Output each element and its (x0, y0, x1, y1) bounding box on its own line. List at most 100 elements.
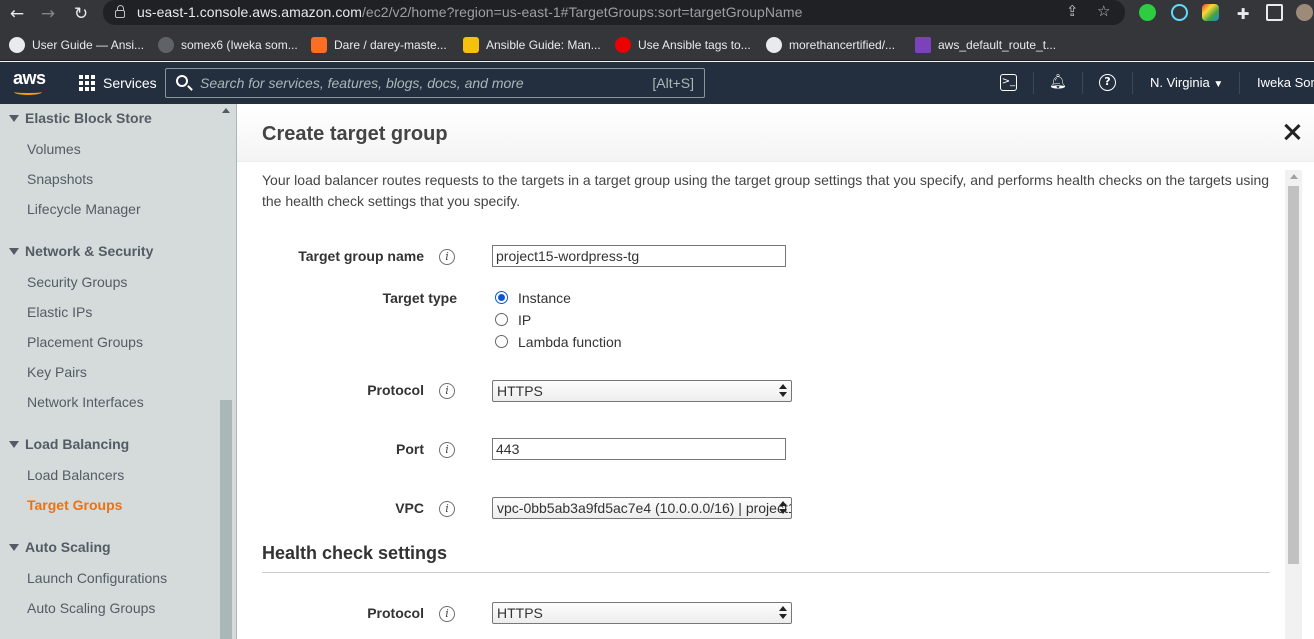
health-check-protocol-selected-value: HTTPS (497, 605, 543, 621)
back-arrow-icon[interactable]: ← (6, 3, 28, 25)
sidebar-item-load-balancers[interactable]: Load Balancers (27, 467, 124, 483)
target-type-instance-radio[interactable] (495, 291, 508, 304)
target-type-ip-label[interactable]: IP (518, 312, 531, 328)
close-icon[interactable] (1283, 123, 1301, 141)
target-type-lambda-label[interactable]: Lambda function (518, 334, 622, 350)
select-arrows-icon (779, 606, 787, 620)
bookmark-morethancertified[interactable]: morethancertified/... (766, 36, 895, 53)
aws-smile-icon (14, 89, 42, 95)
bookmark-star-icon[interactable]: ☆ (1097, 2, 1110, 20)
search-shortcut-hint: [Alt+S] (652, 75, 694, 91)
forward-arrow-icon[interactable]: → (37, 3, 59, 25)
protocol-label: Protocol (367, 382, 424, 398)
help-icon[interactable]: ? (1099, 74, 1116, 91)
info-icon[interactable]: i (439, 501, 455, 517)
sidebar-item-volumes[interactable]: Volumes (27, 141, 81, 157)
intro-text: Your load balancer routes requests to th… (262, 172, 1270, 209)
github-icon (766, 36, 782, 53)
section-title: Auto Scaling (25, 539, 111, 555)
reload-icon[interactable]: ↻ (70, 3, 92, 25)
extension-green-icon[interactable] (1139, 4, 1156, 21)
services-grid-icon[interactable] (79, 75, 95, 91)
sidebar-item-snapshots[interactable]: Snapshots (27, 171, 93, 187)
protocol-select[interactable]: HTTPS (492, 380, 792, 402)
port-input[interactable] (492, 438, 786, 460)
bookmark-ansible-guide[interactable]: Ansible Guide: Man... (463, 36, 601, 53)
bookmark-dare[interactable]: Dare / darey-maste... (311, 36, 447, 53)
sidebar-item-network-interfaces[interactable]: Network Interfaces (27, 394, 144, 410)
sidebar-item-placement-groups[interactable]: Placement Groups (27, 334, 143, 350)
bookmarks-bar: User Guide — Ansi... somex6 (Iweka som..… (0, 27, 1314, 61)
notifications-bell-icon[interactable]: 🔔︎ (1049, 74, 1067, 91)
section-title: Elastic Block Store (25, 110, 152, 126)
bookmark-user-guide[interactable]: User Guide — Ansi... (9, 36, 144, 53)
target-type-ip-radio[interactable] (495, 313, 508, 326)
search-icon (176, 75, 188, 87)
target-type-label: Target type (382, 290, 457, 306)
cloudshell-icon[interactable]: >_ (1000, 74, 1017, 91)
sidebar-item-launch-configurations[interactable]: Launch Configurations (27, 570, 167, 586)
search-box[interactable]: [Alt+S] (165, 68, 705, 98)
health-check-protocol-select[interactable]: HTTPS (492, 602, 792, 624)
caret-down-icon (9, 114, 19, 122)
section-title: Load Balancing (25, 436, 130, 452)
extensions-puzzle-icon[interactable]: ✚ (1232, 3, 1254, 25)
sidebar-item-key-pairs[interactable]: Key Pairs (27, 364, 87, 380)
sidebar-toggle-icon[interactable] (1266, 4, 1283, 21)
health-check-protocol-label: Protocol (367, 605, 424, 621)
bookmark-label: somex6 (Iweka som... (181, 37, 298, 52)
protocol-selected-value: HTTPS (497, 383, 543, 399)
lock-icon (115, 5, 125, 18)
info-icon[interactable]: i (439, 606, 455, 622)
sidebar-section-network-security[interactable]: Network & Security (9, 243, 153, 259)
bookmark-aws-default-route[interactable]: aws_default_route_t... (915, 36, 1056, 53)
sidebar-item-lifecycle-manager[interactable]: Lifecycle Manager (27, 201, 141, 217)
region-label: N. Virginia (1150, 75, 1210, 90)
bookmark-label: Dare / darey-maste... (334, 37, 447, 52)
vpc-selected-value: vpc-0bb5ab3a9fd5ac7e4 (10.0.0.0/16) | pr… (497, 500, 792, 516)
target-group-name-input[interactable] (492, 245, 786, 267)
react-devtools-icon[interactable] (1171, 4, 1188, 21)
sidebar-item-elastic-ips[interactable]: Elastic IPs (27, 304, 92, 320)
lightbulb-icon (463, 36, 479, 53)
modal-scrollbar[interactable] (1285, 170, 1302, 639)
sidebar-item-auto-scaling-groups[interactable]: Auto Scaling Groups (27, 600, 155, 616)
sidebar-item-security-groups[interactable]: Security Groups (27, 274, 127, 290)
profile-avatar[interactable] (1296, 4, 1313, 21)
vpc-label: VPC (395, 500, 424, 516)
sidebar-section-auto-scaling[interactable]: Auto Scaling (9, 539, 111, 555)
info-icon[interactable]: i (439, 383, 455, 399)
info-icon[interactable]: i (439, 249, 455, 265)
scroll-up-arrow-icon[interactable] (222, 108, 230, 113)
modal-body: Your load balancer routes requests to th… (237, 162, 1287, 639)
bookmark-somex6[interactable]: somex6 (Iweka som... (158, 36, 298, 53)
sidebar-scroll-thumb[interactable] (220, 400, 232, 639)
aws-logo[interactable]: aws (13, 68, 46, 89)
terraform-icon (915, 36, 931, 53)
bookmark-label: morethancertified/... (789, 37, 896, 52)
sidebar-section-load-balancing[interactable]: Load Balancing (9, 436, 129, 452)
target-type-lambda-radio[interactable] (495, 335, 508, 348)
bookmark-ansible-tags[interactable]: Use Ansible tags to... (615, 36, 751, 53)
extension-color-icon[interactable] (1202, 4, 1219, 21)
sidebar-section-elastic-block-store[interactable]: Elastic Block Store (9, 110, 152, 126)
region-selector[interactable]: N. Virginia ▼ (1150, 75, 1223, 90)
search-input[interactable] (200, 74, 640, 92)
account-menu[interactable]: Iweka Som (1257, 75, 1314, 90)
scroll-up-arrow-icon[interactable] (1290, 174, 1298, 179)
sidebar-item-target-groups[interactable]: Target Groups (27, 497, 122, 513)
caret-down-icon (9, 247, 19, 255)
sidebar-scrollbar[interactable] (219, 104, 233, 639)
header-divider (1033, 72, 1034, 94)
bookmark-label: Ansible Guide: Man... (486, 37, 601, 52)
header-divider (1132, 72, 1133, 94)
vpc-select[interactable]: vpc-0bb5ab3a9fd5ac7e4 (10.0.0.0/16) | pr… (492, 497, 792, 519)
address-bar[interactable]: us-east-1.console.aws.amazon.com/ec2/v2/… (103, 0, 1125, 25)
caret-down-icon (9, 543, 19, 551)
section-divider (262, 572, 1270, 573)
target-type-instance-label[interactable]: Instance (518, 290, 571, 306)
services-menu-button[interactable]: Services (103, 75, 157, 91)
share-icon[interactable]: ⇪ (1066, 2, 1079, 20)
modal-scroll-thumb[interactable] (1288, 186, 1299, 564)
info-icon[interactable]: i (439, 442, 455, 458)
